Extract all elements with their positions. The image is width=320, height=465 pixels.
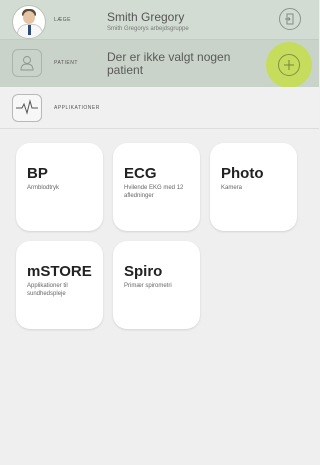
apps-icon-box [12,94,42,122]
app-tile-photo[interactable]: Photo Kamera [210,143,297,231]
app-tile-title: BP [27,165,48,182]
patient-selector[interactable]: PATIENT Der er ikke valgt nogen patient [0,40,319,88]
app-tile-subtitle: Kamera [221,185,243,191]
plus-icon [284,60,294,70]
doctor-header: LÆGE Smith Gregory Smith Gregorys arbejd… [0,0,319,40]
app-tile-subtitle: Hvilende EKG med 12 afledninger [124,185,184,199]
app-tile-title: mSTORE [27,263,92,280]
pulse-icon [16,99,38,115]
patient-status-text: Der er ikke valgt nogen patient [107,50,231,77]
app-tile-subtitle: Armblodtryk [27,185,60,191]
add-patient-button[interactable] [266,42,312,88]
app-tile-subtitle: Applikationer til sundhedspleje [27,283,68,297]
person-icon [20,56,34,71]
patient-label: PATIENT [54,60,78,66]
logout-door-icon [285,13,294,25]
app-tile-title: Photo [221,165,264,182]
applications-header: APPLIKATIONER [0,87,319,129]
doctor-avatar[interactable] [12,5,46,39]
doctor-group: Smith Gregorys arbejdsgruppe [107,26,189,32]
app-tile-title: ECG [124,165,157,182]
app-tile-bp[interactable]: BP Armblodtryk [16,143,103,231]
applications-label: APPLIKATIONER [54,105,100,111]
doctor-name: Smith Gregory [107,10,185,24]
app-tile-mstore[interactable]: mSTORE Applikationer til sundhedspleje [16,241,103,329]
logout-button[interactable] [279,8,301,30]
doctor-label: LÆGE [54,17,72,23]
app-tile-spiro[interactable]: Spiro Primær spirometri [113,241,200,329]
app-tile-ecg[interactable]: ECG Hvilende EKG med 12 afledninger [113,143,200,231]
app-tile-title: Spiro [124,263,163,280]
patient-icon-box [12,49,42,77]
app-tile-subtitle: Primær spirometri [124,283,172,289]
